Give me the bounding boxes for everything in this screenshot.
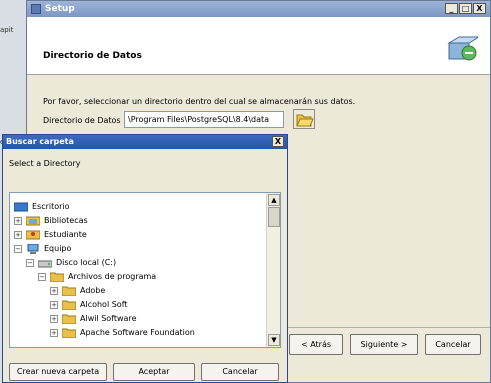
accept-button[interactable]: Aceptar xyxy=(113,363,195,381)
browse-folder-button[interactable] xyxy=(293,109,315,129)
desktop-label: apit xyxy=(0,26,14,34)
libraries-icon xyxy=(26,216,40,225)
data-directory-input[interactable]: \Program Files\PostgreSQL\8.4\data xyxy=(124,111,284,128)
tree-item-apache-software-foundation[interactable]: + Apache Software Foundation xyxy=(50,326,195,339)
next-button[interactable]: Siguiente > xyxy=(350,334,418,355)
desktop-icon xyxy=(14,202,28,211)
tree-item-estudiante[interactable]: + Estudiante xyxy=(14,228,87,241)
dialog-close-button[interactable]: X xyxy=(272,136,284,147)
scroll-down-arrow-icon[interactable]: ▼ xyxy=(268,334,280,346)
cancel-button[interactable]: Cancelar xyxy=(425,334,481,355)
tree-item-label: Alcohol Soft xyxy=(80,300,128,309)
page-title: Directorio de Datos xyxy=(43,51,142,61)
expand-icon[interactable]: + xyxy=(50,286,58,295)
dialog-title: Buscar carpeta xyxy=(6,137,74,146)
collapse-icon[interactable]: − xyxy=(14,244,22,253)
folder-icon xyxy=(62,314,76,324)
tree-item-label: Disco local (C:) xyxy=(56,258,117,267)
data-directory-label: Directorio de Datos xyxy=(43,116,121,125)
folder-icon xyxy=(50,272,64,282)
tree-item-bibliotecas[interactable]: + Bibliotecas xyxy=(14,214,88,227)
tree-item-adobe[interactable]: + Adobe xyxy=(50,284,105,297)
dialog-prompt: Select a Directory xyxy=(9,159,81,168)
new-folder-button[interactable]: Crear nueva carpeta xyxy=(9,363,107,381)
expand-icon[interactable]: + xyxy=(14,216,22,225)
tree-item-label: Estudiante xyxy=(44,230,87,239)
tree-item-label: Equipo xyxy=(44,244,72,253)
folder-icon xyxy=(62,328,76,338)
tree-item-label: Bibliotecas xyxy=(44,216,88,225)
dialog-title-bar: Buscar carpeta X xyxy=(3,135,287,149)
expand-icon[interactable]: + xyxy=(14,230,22,239)
folder-icon xyxy=(62,300,76,310)
expand-icon[interactable]: + xyxy=(50,328,58,337)
tree-item-alwil-software[interactable]: + Alwil Software xyxy=(50,312,137,325)
scrollbar-thumb[interactable] xyxy=(268,207,280,227)
tree-item-label: Adobe xyxy=(80,286,106,295)
install-box-icon xyxy=(447,36,478,61)
open-folder-icon xyxy=(296,114,314,127)
data-directory-prompt: Por favor, seleccionar un directorio den… xyxy=(43,97,356,106)
app-icon xyxy=(31,4,41,14)
back-button[interactable]: < Atrás xyxy=(289,334,343,355)
tree-item-escritorio[interactable]: Escritorio xyxy=(14,200,70,213)
drive-icon xyxy=(38,260,52,267)
collapse-icon[interactable]: − xyxy=(38,272,46,281)
tree-item-label: Alwil Software xyxy=(80,314,137,323)
wizard-header: Directorio de Datos xyxy=(27,17,490,75)
scroll-up-arrow-icon[interactable]: ▲ xyxy=(268,194,280,206)
minimize-button[interactable]: _ xyxy=(445,3,458,14)
folder-icon xyxy=(62,286,76,296)
tree-scrollbar[interactable]: ▲ ▼ xyxy=(266,193,280,347)
collapse-icon[interactable]: − xyxy=(26,258,34,267)
window-title: Setup xyxy=(45,4,75,14)
tree-item-label: Escritorio xyxy=(32,202,70,211)
tree-item-alcohol-soft[interactable]: + Alcohol Soft xyxy=(50,298,128,311)
user-folder-icon xyxy=(26,230,40,239)
maximize-button[interactable]: □ xyxy=(459,3,472,14)
tree-item-disco-local[interactable]: − Disco local (C:) xyxy=(26,256,116,269)
tree-item-archivos-de-programa[interactable]: − Archivos de programa xyxy=(38,270,156,283)
close-button[interactable]: X xyxy=(473,3,486,14)
tree-item-equipo[interactable]: − Equipo xyxy=(14,242,71,255)
computer-icon xyxy=(27,243,39,254)
browse-folder-dialog: Buscar carpeta X Select a Directory Escr… xyxy=(2,134,288,383)
tree-item-label: Apache Software Foundation xyxy=(80,328,195,337)
expand-icon[interactable]: + xyxy=(50,314,58,323)
tree-item-label: Archivos de programa xyxy=(68,272,157,281)
dialog-cancel-button[interactable]: Cancelar xyxy=(201,363,279,381)
title-bar: Setup _ □ X xyxy=(27,1,490,17)
folder-tree[interactable]: Escritorio + Bibliotecas + Estudiante − … xyxy=(9,192,281,348)
expand-icon[interactable]: + xyxy=(50,300,58,309)
